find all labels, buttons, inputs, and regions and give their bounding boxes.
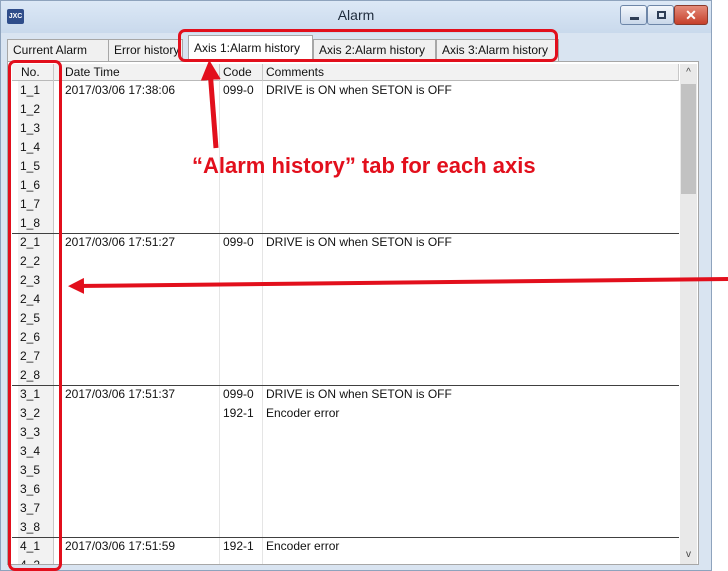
close-button[interactable]: ✕: [674, 5, 708, 25]
row-comment: Encoder error: [266, 406, 340, 420]
table-row[interactable]: 3_6: [12, 480, 679, 499]
table-row[interactable]: 1_3: [12, 119, 679, 138]
row-datetime: 2017/03/06 17:51:27: [65, 235, 176, 249]
table-row[interactable]: 4_2: [12, 556, 679, 564]
table-row[interactable]: 2_1 2017/03/06 17:51:27 099-0 DRIVE is ON w…: [12, 233, 679, 252]
maximize-button[interactable]: [647, 5, 674, 25]
row-comment: Encoder error: [266, 539, 340, 553]
table-row[interactable]: 3_7: [12, 499, 679, 518]
table-row[interactable]: 1_2: [12, 100, 679, 119]
row-code: 099-0: [223, 235, 254, 249]
table-row[interactable]: 2_7: [12, 347, 679, 366]
row-code: 099-0: [223, 387, 254, 401]
table-row[interactable]: 2_3: [12, 271, 679, 290]
table-row[interactable]: 2_8: [12, 366, 679, 385]
table-row[interactable]: 3_1 2017/03/06 17:51:37 099-0 DRIVE is ON w…: [12, 385, 679, 404]
row-datetime: 2017/03/06 17:38:06: [65, 83, 176, 97]
tab-current-alarm[interactable]: Current Alarm: [7, 39, 109, 61]
annotation-text: “Alarm history” tab for each axis: [192, 153, 536, 178]
number-column-highlight-box: [8, 60, 62, 571]
table-row[interactable]: 2_6: [12, 328, 679, 347]
window-title: Alarm: [337, 7, 375, 23]
close-icon: ✕: [685, 7, 697, 23]
table-row[interactable]: 1_1 2017/03/06 17:38:06 099-0 DRIVE is ON w…: [12, 81, 679, 100]
row-datetime: 2017/03/06 17:51:59: [65, 539, 176, 553]
row-code: 192-1: [223, 539, 254, 553]
row-comment: DRIVE is ON when SETON is OFF: [266, 83, 452, 97]
column-header-code[interactable]: Code: [220, 64, 263, 81]
minimize-icon: [630, 17, 639, 20]
alarm-history-grid: No. Date Time Code Comments 1_1 2017/03/0…: [12, 64, 679, 564]
row-code: 192-1: [223, 406, 254, 420]
table-row[interactable]: 3_5: [12, 461, 679, 480]
alarm-window: JXC Alarm ✕ Current Alarm Error history …: [0, 0, 712, 571]
scroll-down-icon[interactable]: v: [680, 546, 697, 564]
table-row[interactable]: 4_1 2017/03/06 17:51:59 192-1 Encoder error: [12, 537, 679, 556]
grid-header: No. Date Time Code Comments: [12, 64, 679, 81]
row-datetime: 2017/03/06 17:51:37: [65, 387, 176, 401]
table-row[interactable]: 3_3: [12, 423, 679, 442]
table-row[interactable]: 2_5: [12, 309, 679, 328]
table-row[interactable]: 3_8: [12, 518, 679, 537]
scroll-thumb[interactable]: [681, 84, 696, 194]
group-separator: [12, 537, 679, 538]
tab-error-history[interactable]: Error history: [108, 39, 183, 61]
table-row[interactable]: 1_7: [12, 195, 679, 214]
scroll-up-icon[interactable]: ^: [680, 64, 697, 82]
column-header-datetime[interactable]: Date Time: [62, 64, 220, 81]
group-separator: [12, 385, 679, 386]
vertical-scrollbar[interactable]: ^ v: [680, 64, 697, 564]
row-comment: DRIVE is ON when SETON is OFF: [266, 387, 452, 401]
tabs-highlight-box: [178, 29, 558, 62]
row-code: 099-0: [223, 83, 254, 97]
table-row[interactable]: 1_8: [12, 214, 679, 233]
table-row[interactable]: 3_2 192-1 Encoder error: [12, 404, 679, 423]
group-separator: [12, 233, 679, 234]
table-row[interactable]: 2_2: [12, 252, 679, 271]
table-row[interactable]: 3_4: [12, 442, 679, 461]
maximize-icon: [657, 11, 666, 19]
minimize-button[interactable]: [620, 5, 647, 25]
row-comment: DRIVE is ON when SETON is OFF: [266, 235, 452, 249]
column-header-comments[interactable]: Comments: [263, 64, 679, 81]
table-row[interactable]: 2_4: [12, 290, 679, 309]
